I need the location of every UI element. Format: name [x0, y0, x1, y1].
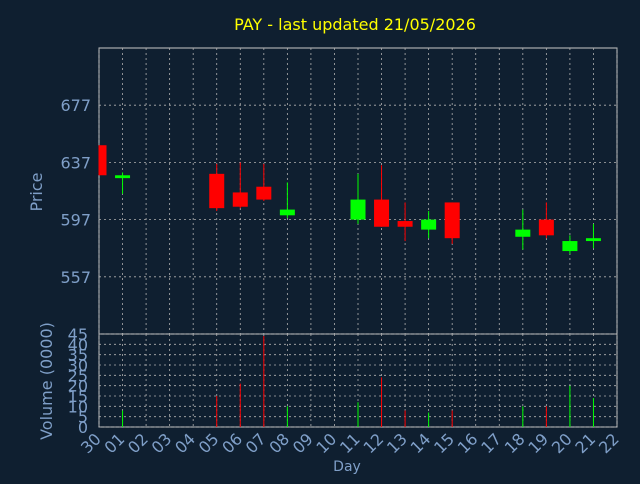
candle-body: [444, 202, 460, 239]
candle-body: [99, 145, 107, 176]
candle-body: [115, 175, 131, 179]
candle-body: [279, 209, 295, 216]
x-axis-label: Day: [333, 459, 361, 475]
volume-tick-label: 45: [68, 325, 88, 344]
candle-body: [256, 186, 272, 200]
volume-axis-label: Volume (0000): [37, 322, 56, 440]
candle-body: [538, 219, 554, 236]
candle-body: [397, 221, 413, 227]
candle-body: [350, 199, 366, 220]
volume-panel: 051015202530354045: [68, 325, 618, 437]
price-tick-label: 637: [60, 153, 91, 172]
stock-chart-svg: PAY - last updated 21/05/2026 557 597 637 6…: [27, 15, 623, 475]
x-tick-label: 22: [595, 429, 623, 457]
candle-body: [585, 238, 601, 242]
price-axis-label: Price: [27, 172, 46, 211]
candle-body: [374, 199, 390, 227]
stock-chart: PAY - last updated 21/05/2026 557 597 637 6…: [0, 0, 640, 480]
price-tick-label: 677: [60, 96, 91, 115]
chart-title: PAY - last updated 21/05/2026: [234, 15, 476, 34]
price-tick-label: 597: [60, 211, 91, 230]
candle-body: [232, 192, 248, 207]
candle-body: [209, 173, 225, 209]
candle-body: [421, 219, 437, 230]
candle-body: [562, 241, 578, 252]
price-panel: 557 597 637 677: [60, 47, 618, 335]
price-tick-label: 557: [60, 268, 91, 287]
x-axis: 3001020304050607080910111213141516171819…: [77, 429, 623, 457]
candle-body: [515, 229, 531, 237]
